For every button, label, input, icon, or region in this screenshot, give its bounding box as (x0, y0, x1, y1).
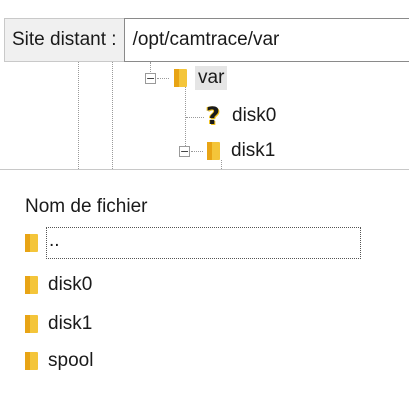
remote-site-label: Site distant : (4, 18, 124, 62)
unknown-question-icon: ? (206, 102, 220, 130)
tree-guide-line (112, 62, 113, 169)
file-name: .. (46, 227, 361, 259)
column-header-filename[interactable]: Nom de fichier (25, 196, 148, 218)
file-row-parent[interactable]: .. (25, 227, 361, 259)
tree-guide-line (157, 78, 169, 79)
file-name: disk0 (48, 274, 93, 295)
folder-icon (207, 142, 220, 160)
file-row[interactable]: spool (25, 346, 93, 376)
file-row[interactable]: disk0 (25, 270, 92, 300)
remote-site-bar: Site distant : /opt/camtrace/var (4, 18, 409, 62)
remote-file-list[interactable]: Nom de fichier .. disk0 disk1 spool (0, 180, 409, 399)
file-name: disk1 (48, 313, 93, 334)
tree-node-label: disk0 (232, 105, 277, 126)
file-name: spool (48, 350, 94, 371)
folder-icon (25, 276, 38, 294)
tree-node-var[interactable]: var (174, 66, 228, 90)
collapse-expander-icon[interactable]: − (179, 146, 190, 157)
tree-guide-line (78, 62, 79, 169)
folder-icon (25, 234, 38, 252)
folder-icon (174, 69, 187, 87)
remote-site-pane: Site distant : /opt/camtrace/var − var ?… (0, 0, 409, 170)
tree-node-disk0[interactable]: ? disk0 (205, 102, 279, 130)
collapse-expander-icon[interactable]: − (145, 73, 156, 84)
folder-icon (25, 352, 38, 370)
tree-node-label: var (195, 66, 228, 90)
remote-directory-tree[interactable]: − var ? disk0 − disk1 (0, 62, 409, 169)
tree-node-disk1[interactable]: disk1 (207, 139, 278, 163)
tree-node-label: disk1 (231, 140, 276, 161)
file-row[interactable]: disk1 (25, 309, 92, 339)
tree-guide-line (186, 117, 204, 118)
tree-guide-line (191, 151, 203, 152)
remote-path-input[interactable]: /opt/camtrace/var (123, 18, 409, 62)
folder-icon (25, 315, 38, 333)
